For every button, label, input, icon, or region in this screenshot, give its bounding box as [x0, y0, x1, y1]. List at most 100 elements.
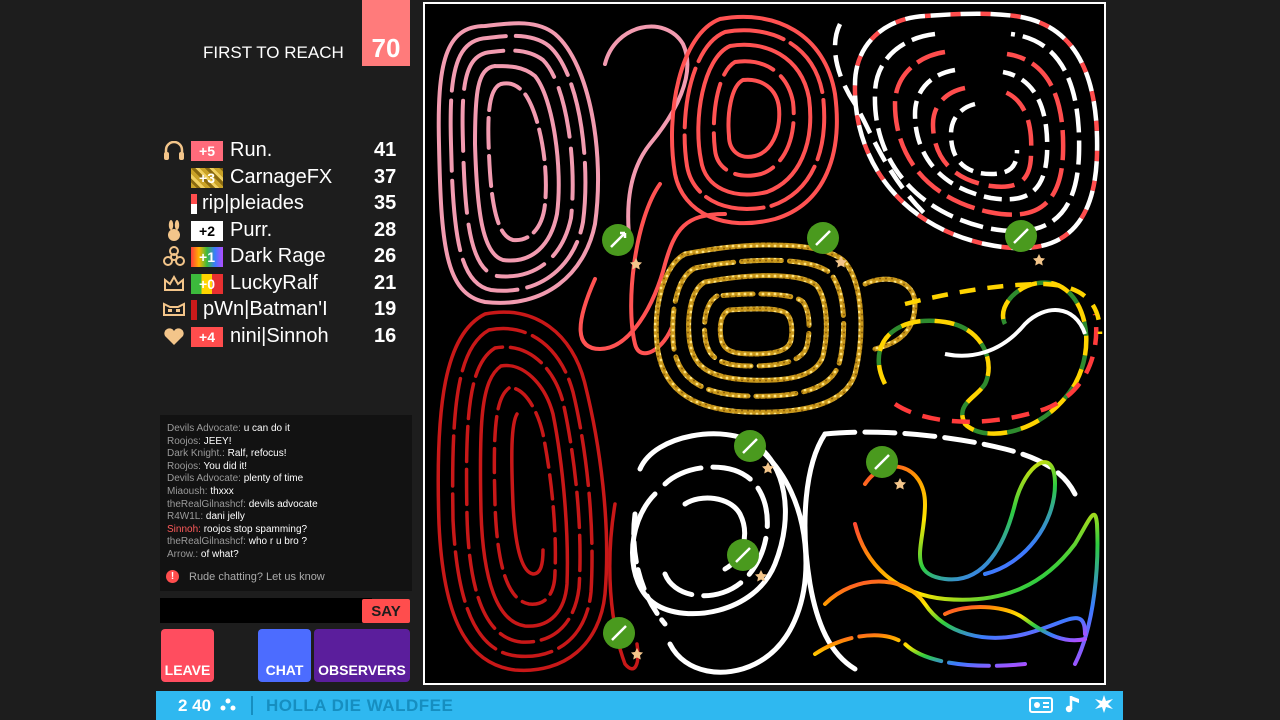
chat-text: u can do it: [243, 423, 290, 434]
bonus-badge: +0: [191, 273, 223, 294]
chat-text: JEEY!: [203, 435, 232, 447]
observers-button[interactable]: OBSERVERS: [314, 629, 410, 682]
chat-text: Ralf, refocus!: [227, 448, 287, 460]
bottom-bar: 2 40 HOLLA DIE WALDFEE: [156, 691, 1123, 720]
player-row: +3 CarnageFX 37: [160, 165, 410, 192]
player-name: Dark Rage: [230, 245, 326, 267]
chat-message: theRealGilnashcf: who r u bro ?: [167, 536, 407, 549]
player-score: 21: [374, 271, 397, 294]
mask-icon: [162, 299, 186, 321]
player-name: rip|pleiades: [202, 192, 304, 214]
chat-message: R4W1L: dani jelly: [167, 511, 407, 524]
headphones-icon: [162, 140, 186, 162]
rainbow-trail: [813, 460, 1100, 668]
chat-message: Dark Knight.: Ralf, refocus!: [167, 448, 407, 461]
player-row: pWn|Batman'I 19: [160, 297, 410, 324]
bar-icons: [1029, 694, 1115, 719]
player-score: 28: [374, 218, 397, 241]
first-to-reach-label: FIRST TO REACH: [203, 43, 344, 62]
player-score: 35: [374, 192, 397, 214]
game-board[interactable]: [423, 2, 1106, 685]
chat-text: roojos stop spamming?: [203, 523, 308, 535]
divider: [251, 696, 253, 715]
chat-user: Roojos:: [167, 460, 201, 472]
redwhite-trail: [832, 11, 1100, 251]
chat-user: Arrow.:: [167, 548, 199, 560]
player-row: +5 Run. 41: [160, 138, 410, 165]
alert-icon: !: [166, 570, 179, 583]
player-row: +2 Purr. 28: [160, 218, 410, 245]
chat-user: Roojos:: [167, 435, 201, 447]
bonus-badge: +2: [191, 220, 223, 241]
bunny-icon: [162, 219, 186, 242]
player-score: 16: [374, 324, 397, 347]
room-title: HOLLA DIE WALDFEE: [266, 696, 454, 715]
target-score-box: 70: [362, 0, 410, 66]
bonus-badge: +5: [191, 141, 223, 161]
player-row: +1 Dark Rage 26: [160, 244, 410, 271]
gold-trail: [653, 242, 918, 415]
chat-message: Roojos: You did it!: [167, 461, 407, 474]
chat-user: Miaoush:: [167, 485, 208, 497]
chat-user: theRealGilnashcf:: [167, 498, 246, 510]
chat-user: theRealGilnashcf:: [167, 536, 246, 548]
report-text: Rude chatting? Let us know: [189, 570, 325, 583]
pink-trail: [436, 21, 690, 305]
chat-text: dani jelly: [205, 511, 245, 523]
music-note-icon[interactable]: [1065, 694, 1081, 719]
target-score: 70: [371, 33, 401, 63]
chat-input[interactable]: [160, 598, 372, 623]
player-score: 37: [374, 165, 397, 188]
darkred-trail: [436, 310, 640, 673]
viewer-count: 2 40: [178, 696, 212, 715]
powerup-icon: [807, 222, 847, 268]
viewers-icon: [220, 697, 236, 717]
player-row: +4 nini|Sinnoh 16: [160, 324, 410, 351]
player-name: Run.: [230, 139, 273, 161]
bonus-badge: +3: [191, 167, 223, 188]
bonus-badge: +4: [191, 326, 223, 347]
biohazard-icon: [162, 246, 186, 268]
player-row: +0 LuckyRalf 21: [160, 271, 410, 298]
player-score: 19: [374, 298, 397, 320]
crown-icon: [162, 273, 186, 295]
chat-message: Devils Advocate: u can do it: [167, 423, 407, 436]
player-name: nini|Sinnoh: [230, 324, 329, 347]
say-button[interactable]: SAY: [362, 599, 410, 623]
chat-message: Devils Advocate: plenty of time: [167, 473, 407, 486]
player-name: LuckyRalf: [230, 271, 318, 294]
chat-message: theRealGilnashcf: devils advocate: [167, 499, 407, 512]
chat-text: of what?: [200, 548, 239, 560]
chat-message: Arrow.: of what?: [167, 549, 407, 562]
report-link[interactable]: ! Rude chatting? Let us know: [166, 570, 325, 583]
player-row: rip|pleiades 35: [160, 191, 410, 218]
chat-messages: Devils Advocate: u can do it Roojos: JEE…: [167, 423, 407, 562]
chat-user: Devils Advocate:: [167, 423, 241, 434]
leave-button[interactable]: LEAVE: [161, 629, 214, 682]
radio-icon[interactable]: [1029, 695, 1053, 718]
scoreboard: +5 Run. 41 +3 CarnageFX 37 rip|pleiades …: [160, 138, 410, 350]
chat-panel: Devils Advocate: u can do it Roojos: JEE…: [160, 415, 412, 591]
chat-message: Miaoush: thxxx: [167, 486, 407, 499]
chat-button[interactable]: CHAT: [258, 629, 311, 682]
player-name: pWn|Batman'I: [203, 298, 328, 320]
player-score: 26: [374, 245, 397, 267]
chat-user: Devils Advocate:: [167, 473, 241, 485]
player-name: CarnageFX: [230, 165, 333, 188]
color-badge: [191, 194, 197, 214]
chat-user: Dark Knight.:: [167, 448, 225, 460]
chat-message: Sinnoh: roojos stop spamming?: [167, 524, 407, 537]
chat-text: devils advocate: [248, 498, 318, 510]
player-score: 41: [374, 139, 397, 161]
heart-icon: [162, 326, 186, 348]
bonus-badge: +1: [191, 247, 223, 267]
chat-user: R4W1L:: [167, 511, 204, 523]
chat-text: plenty of time: [243, 473, 304, 485]
player-name: Purr.: [230, 218, 273, 241]
chat-user: Sinnoh:: [167, 523, 201, 535]
chat-text: You did it!: [203, 460, 248, 472]
chat-text: who r u bro ?: [248, 536, 308, 548]
chat-text: thxxx: [210, 485, 234, 497]
chat-message: Roojos: JEEY!: [167, 436, 407, 449]
settings-icon[interactable]: [1093, 694, 1115, 719]
